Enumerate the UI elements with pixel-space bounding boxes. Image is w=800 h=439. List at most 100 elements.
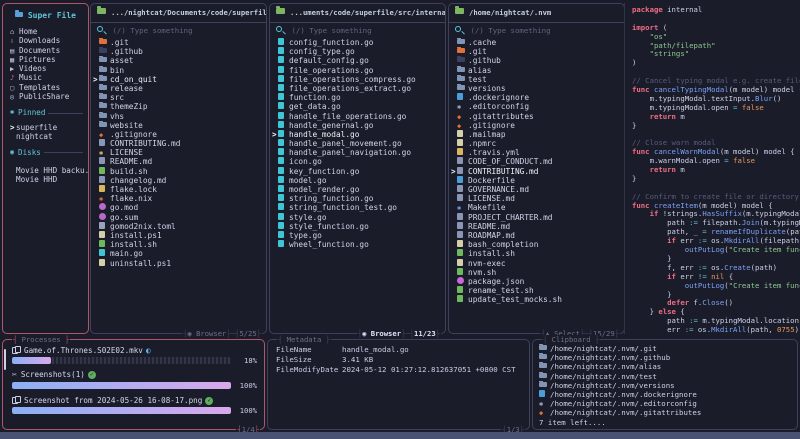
file-row[interactable]: .mailmap xyxy=(449,130,624,139)
file-row[interactable]: .dockerignore xyxy=(449,93,624,102)
file-row[interactable]: file_operations_extract.go xyxy=(270,84,445,93)
file-row[interactable]: string_function.go xyxy=(270,194,445,203)
file-row[interactable]: LICENSE.md xyxy=(449,194,624,203)
sidebar-item-home[interactable]: ⌂Home xyxy=(3,27,88,36)
file-row[interactable]: ROADMAP.md xyxy=(449,231,624,240)
file-row[interactable]: src xyxy=(91,93,266,102)
file-row[interactable]: uninstall.ps1 xyxy=(91,259,266,268)
file-row[interactable]: install.ps1 xyxy=(91,231,266,240)
file-row[interactable]: .cache xyxy=(449,38,624,47)
sidebar-item-templates[interactable]: ▢Templates xyxy=(3,83,88,92)
file-row[interactable]: icon.go xyxy=(270,157,445,166)
file-row[interactable]: .git xyxy=(91,38,266,47)
file-row[interactable]: string_function_test.go xyxy=(270,203,445,212)
file-row[interactable]: handle_panel_navigation.go xyxy=(270,148,445,157)
file-row[interactable]: GOVERNANCE.md xyxy=(449,185,624,194)
file-row[interactable]: build.sh xyxy=(91,167,266,176)
file-row[interactable]: >handle_modal.go xyxy=(270,130,445,139)
file-row[interactable]: ◆.gitignore xyxy=(449,121,624,130)
file-row[interactable]: model.go xyxy=(270,176,445,185)
file-row[interactable]: ✱.editorconfig xyxy=(449,102,624,111)
search-bar[interactable]: (/) Type something xyxy=(449,23,624,37)
file-icon xyxy=(99,259,105,266)
file-row[interactable]: ◆.gitignore xyxy=(91,130,266,139)
file-row[interactable]: .travis.yml xyxy=(449,148,624,157)
sidebar-item-label: Documents xyxy=(19,46,60,55)
sidebar-item-pictures[interactable]: ▦Pictures xyxy=(3,55,88,64)
processes-scrollbar[interactable] xyxy=(4,349,6,370)
file-row[interactable]: model_render.go xyxy=(270,185,445,194)
file-row[interactable]: >CONTRIBUTING.md xyxy=(449,167,624,176)
file-row[interactable]: file_operations_compress.go xyxy=(270,75,445,84)
file-row[interactable]: test xyxy=(449,75,624,84)
sidebar-item-downloads[interactable]: ⇩Downloads xyxy=(3,36,88,45)
file-row[interactable]: file_operations.go xyxy=(270,66,445,75)
file-row[interactable]: key_function.go xyxy=(270,167,445,176)
file-row[interactable]: handle_genernal.go xyxy=(270,121,445,130)
file-row[interactable]: >cd_on_quit xyxy=(91,75,266,84)
file-row[interactable]: asset xyxy=(91,56,266,65)
search-bar[interactable]: (/) Type something xyxy=(91,23,266,37)
file-row[interactable]: type.go xyxy=(270,231,445,240)
disk-item[interactable]: Movie HHD xyxy=(3,175,88,184)
file-row[interactable]: versions xyxy=(449,84,624,93)
file-row[interactable]: changelog.md xyxy=(91,176,266,185)
sidebar-item-publicshare[interactable]: ◎PublicShare xyxy=(3,92,88,101)
square-icon xyxy=(278,56,289,65)
file-row[interactable]: flake.lock xyxy=(91,185,266,194)
file-row[interactable]: website xyxy=(91,121,266,130)
file-row[interactable]: install.sh xyxy=(449,249,624,258)
code-token: ( xyxy=(658,24,667,32)
file-name: function.go xyxy=(289,93,341,102)
file-row[interactable]: alias xyxy=(449,66,624,75)
file-row[interactable]: handle_file_operations.go xyxy=(270,112,445,121)
file-row[interactable]: gomod2nix.toml xyxy=(91,222,266,231)
pinned-item-superfile[interactable]: >superfile xyxy=(3,123,88,132)
file-row[interactable]: CODE_OF_CONDUCT.md xyxy=(449,157,624,166)
file-row[interactable]: style_function.go xyxy=(270,222,445,231)
file-row[interactable]: ✱LICENSE xyxy=(91,148,266,157)
file-row[interactable]: nvm-exec xyxy=(449,259,624,268)
file-row[interactable]: rename_test.sh xyxy=(449,286,624,295)
file-row[interactable]: .github xyxy=(449,56,624,65)
file-row[interactable]: vhs xyxy=(91,112,266,121)
file-row[interactable]: ✱flake.nix xyxy=(91,194,266,203)
file-row[interactable]: main.go xyxy=(91,249,266,258)
file-row[interactable]: config_function.go xyxy=(270,38,445,47)
file-row[interactable]: function.go xyxy=(270,93,445,102)
file-row[interactable]: bash_completion xyxy=(449,240,624,249)
sidebar-item-documents[interactable]: ▤Documents xyxy=(3,46,88,55)
file-row[interactable]: PROJECT_CHARTER.md xyxy=(449,213,624,222)
sidebar-item-music[interactable]: ♪Music xyxy=(3,73,88,82)
file-row[interactable]: style.go xyxy=(270,213,445,222)
disk-item[interactable]: Movie HHD backu... xyxy=(3,166,88,175)
file-row[interactable]: install.sh xyxy=(91,240,266,249)
file-row[interactable]: .git xyxy=(449,47,624,56)
file-row[interactable]: release xyxy=(91,84,266,93)
file-row[interactable]: ◆.gitattributes xyxy=(449,112,624,121)
file-row[interactable]: README.md xyxy=(449,222,624,231)
file-row[interactable]: bin xyxy=(91,66,266,75)
file-row[interactable]: .github xyxy=(91,47,266,56)
code-token: // Cancel typing modal e.g. create file … xyxy=(632,77,800,85)
file-row[interactable]: handle_panel_movement.go xyxy=(270,139,445,148)
file-row[interactable]: nvm.sh xyxy=(449,268,624,277)
file-row[interactable]: ✱Makefile xyxy=(449,203,624,212)
pinned-item-nightcat[interactable]: nightcat xyxy=(3,132,88,141)
sidebar-item-videos[interactable]: ▶Videos xyxy=(3,64,88,73)
file-row[interactable]: get_data.go xyxy=(270,102,445,111)
file-row[interactable]: package.json xyxy=(449,277,624,286)
file-row[interactable]: themeZip xyxy=(91,102,266,111)
file-row[interactable]: default_config.go xyxy=(270,56,445,65)
file-row[interactable]: go.sum xyxy=(91,213,266,222)
file-name: install.sh xyxy=(468,249,515,258)
file-row[interactable]: Dockerfile xyxy=(449,176,624,185)
file-row[interactable]: config_type.go xyxy=(270,47,445,56)
search-bar[interactable]: (/) Type something xyxy=(270,23,445,37)
file-row[interactable]: README.md xyxy=(91,157,266,166)
file-row[interactable]: .npmrc xyxy=(449,139,624,148)
file-row[interactable]: update_test_mocks.sh xyxy=(449,295,624,304)
file-row[interactable]: wheel_function.go xyxy=(270,240,445,249)
file-row[interactable]: go.mod xyxy=(91,203,266,212)
file-row[interactable]: CONTRIBUTING.md xyxy=(91,139,266,148)
